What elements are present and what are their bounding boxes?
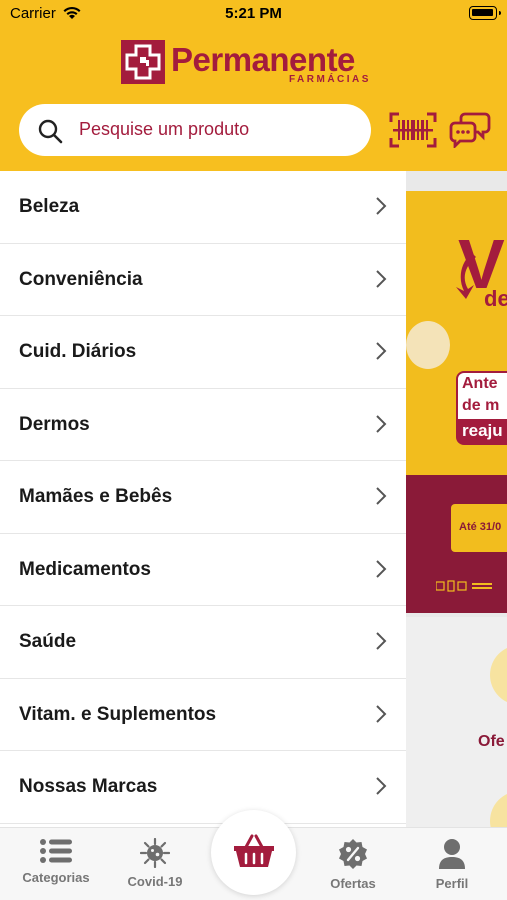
- category-label: Saúde: [19, 631, 77, 652]
- chevron-right-icon: [376, 342, 387, 360]
- cart-button[interactable]: [211, 810, 296, 895]
- category-item-vitaminas[interactable]: Vitam. e Suplementos: [0, 679, 406, 751]
- home-content-peek[interactable]: V de Ante de m reaju Até 31/0 Ofe: [406, 171, 507, 827]
- category-label: Cuid. Diários: [19, 341, 137, 362]
- tab-perfil[interactable]: Perfil: [407, 838, 497, 894]
- chevron-right-icon: [376, 632, 387, 650]
- chevron-right-icon: [376, 559, 387, 578]
- banner-callout-line-2: de m: [462, 397, 500, 414]
- category-item-cuid-diarios[interactable]: Cuid. Diários: [0, 316, 406, 389]
- tab-label: Perfil: [435, 876, 469, 891]
- banner-callout-strip-text: reaju: [462, 421, 503, 440]
- barcode-scanner-icon[interactable]: [389, 112, 437, 148]
- category-item-beleza[interactable]: Beleza: [0, 171, 406, 244]
- category-item-mamaes-e-bebes[interactable]: Mamães e Bebês: [0, 461, 406, 534]
- user-icon: [439, 839, 465, 869]
- category-label: Vitam. e Suplementos: [19, 703, 217, 725]
- chevron-right-icon: [376, 777, 387, 795]
- chevron-right-icon: [376, 269, 387, 288]
- chevron-right-icon: [376, 487, 387, 505]
- basket-icon: [234, 834, 274, 867]
- clock: 5:21 PM: [225, 5, 282, 22]
- battery-icon: [469, 6, 501, 20]
- category-label: Nossas Marcas: [19, 776, 158, 797]
- tab-ofertas[interactable]: Ofertas: [308, 838, 398, 894]
- chat-icon[interactable]: [449, 110, 491, 148]
- category-label: Dermos: [19, 413, 90, 435]
- category-label: Conveniência: [19, 268, 143, 290]
- banner-date-text: Até 31/0: [459, 521, 502, 533]
- tab-categorias[interactable]: Categorias: [11, 838, 101, 894]
- category-label: Medicamentos: [19, 558, 151, 580]
- chevron-right-icon: [376, 197, 387, 215]
- chevron-right-icon: [376, 414, 387, 433]
- category-item-medicamentos[interactable]: Medicamentos: [0, 534, 406, 606]
- category-item-conveniencia[interactable]: Conveniência: [0, 244, 406, 316]
- category-label: Mamães e Bebês: [19, 486, 173, 507]
- category-item-saude[interactable]: Saúde: [0, 606, 406, 679]
- virus-icon: [140, 838, 170, 868]
- offers-card[interactable]: [406, 617, 507, 827]
- offers-title: Ofe: [478, 733, 505, 750]
- banner-callout-strip: reaju: [456, 419, 507, 445]
- search-bar[interactable]: Pesquise um produto: [19, 104, 371, 156]
- discount-badge-icon: [339, 839, 367, 869]
- tab-label: Categorias: [22, 870, 90, 885]
- tab-covid[interactable]: Covid-19: [110, 838, 200, 894]
- product-image: [406, 321, 450, 369]
- chevron-right-icon: [376, 704, 387, 723]
- tab-label: Covid-19: [127, 874, 183, 889]
- banner-footer-icons: [436, 580, 492, 592]
- tab-label: Ofertas: [330, 876, 376, 891]
- search-icon: [38, 119, 63, 144]
- app-header: Permanente FARMÁCIAS Pesquise um produto: [0, 26, 507, 171]
- brand-name: Permanente: [171, 41, 355, 78]
- category-list: Beleza Conveniência Cuid. Diários Dermos…: [0, 171, 406, 827]
- bottom-tab-bar: Categorias Covid-19 Ofertas Perfil: [0, 810, 507, 900]
- category-item-nossas-marcas[interactable]: Nossas Marcas: [0, 751, 406, 824]
- category-item-dermos[interactable]: Dermos: [0, 389, 406, 461]
- down-arrow-icon: [456, 253, 476, 299]
- banner-callout-line-1: Ante: [462, 375, 498, 392]
- search-placeholder: Pesquise um produto: [79, 119, 250, 139]
- category-label: Beleza: [19, 196, 80, 217]
- banner-date-badge: Até 31/0: [451, 504, 507, 552]
- list-icon: [40, 839, 72, 863]
- status-bar: Carrier 5:21 PM: [0, 0, 507, 26]
- pharmacy-cross-icon: [121, 40, 165, 84]
- brand-logo[interactable]: Permanente FARMÁCIAS: [121, 40, 371, 86]
- brand-subtitle: FARMÁCIAS: [289, 74, 371, 85]
- banner-subheadline: de: [484, 286, 507, 311]
